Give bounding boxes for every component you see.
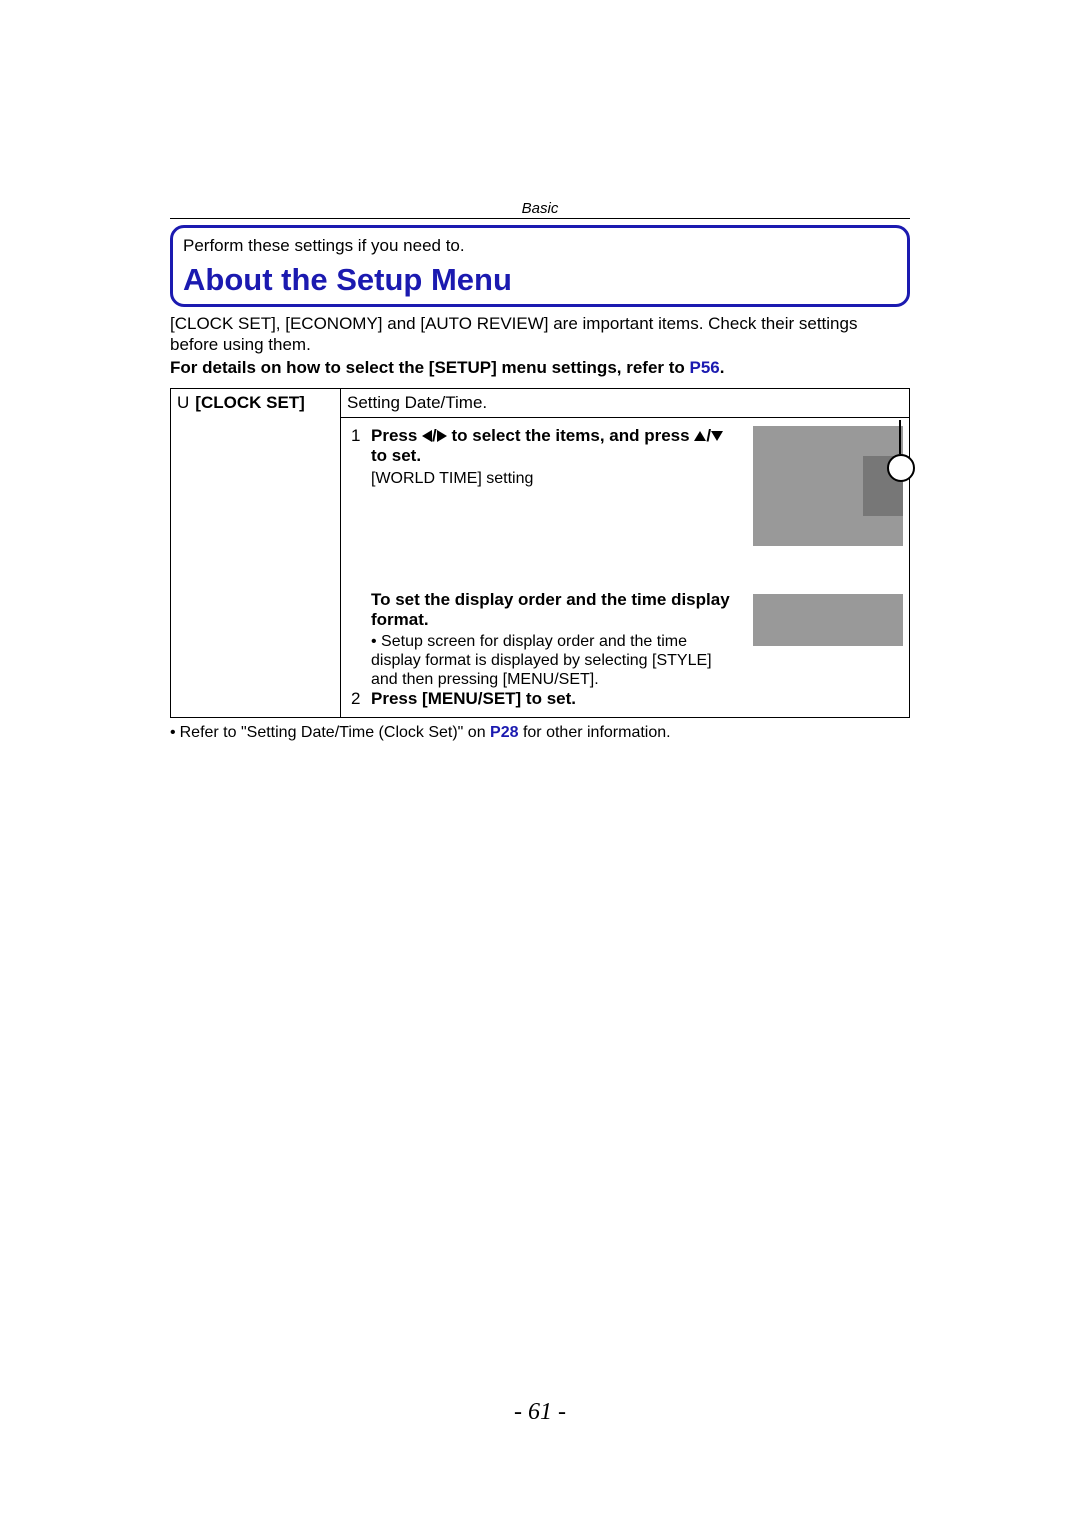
right-arrow-icon bbox=[437, 430, 447, 442]
title-box: Perform these settings if you need to. A… bbox=[170, 225, 910, 307]
footnote-suffix: for other information. bbox=[519, 724, 671, 741]
intro-line-2: For details on how to select the [SETUP]… bbox=[170, 358, 910, 378]
intro-line-1: [CLOCK SET], [ECONOMY] and [AUTO REVIEW]… bbox=[170, 313, 910, 356]
link-p28[interactable]: P28 bbox=[490, 724, 518, 741]
step-2: 2 Press [MENU/SET] to set. bbox=[351, 689, 899, 709]
up-arrow-icon bbox=[694, 431, 706, 441]
clock-icon: U bbox=[177, 393, 189, 412]
display-order-bullet-text: Setup screen for display order and the t… bbox=[371, 633, 712, 688]
clock-set-details: 1 Press / to select the items, and press… bbox=[341, 417, 910, 718]
step1-a: Press bbox=[371, 426, 422, 445]
section-header: Basic bbox=[170, 200, 910, 219]
screenshot-2 bbox=[753, 594, 903, 646]
page-number: - 61 - bbox=[0, 1399, 1080, 1426]
step1-b: to select the items, and press bbox=[447, 426, 695, 445]
screenshot-placeholder bbox=[753, 426, 903, 646]
step-2-number: 2 bbox=[351, 689, 371, 709]
down-arrow-icon bbox=[711, 431, 723, 441]
footnote-prefix: Refer to "Setting Date/Time (Clock Set)"… bbox=[180, 724, 490, 741]
setting-date-time: Setting Date/Time. bbox=[341, 388, 910, 417]
step-2-text: Press [MENU/SET] to set. bbox=[371, 689, 899, 709]
row-label-clock-set: U [CLOCK SET] bbox=[171, 388, 341, 718]
left-arrow-icon bbox=[422, 430, 432, 442]
step-1-number: 1 bbox=[351, 426, 371, 446]
clock-set-label: [CLOCK SET] bbox=[195, 393, 305, 412]
clock-set-table: U [CLOCK SET] Setting Date/Time. bbox=[170, 388, 910, 719]
page-title: About the Setup Menu bbox=[183, 262, 897, 298]
step1-c: to set. bbox=[371, 446, 421, 465]
screenshot-1 bbox=[753, 426, 903, 546]
perform-text: Perform these settings if you need to. bbox=[183, 236, 897, 256]
intro-prefix: For details on how to select the [SETUP]… bbox=[170, 358, 690, 377]
link-p56[interactable]: P56 bbox=[690, 358, 720, 377]
intro-suffix: . bbox=[720, 358, 725, 377]
footnote: •Refer to "Setting Date/Time (Clock Set)… bbox=[170, 724, 910, 742]
highlight-circle-icon bbox=[887, 454, 915, 482]
